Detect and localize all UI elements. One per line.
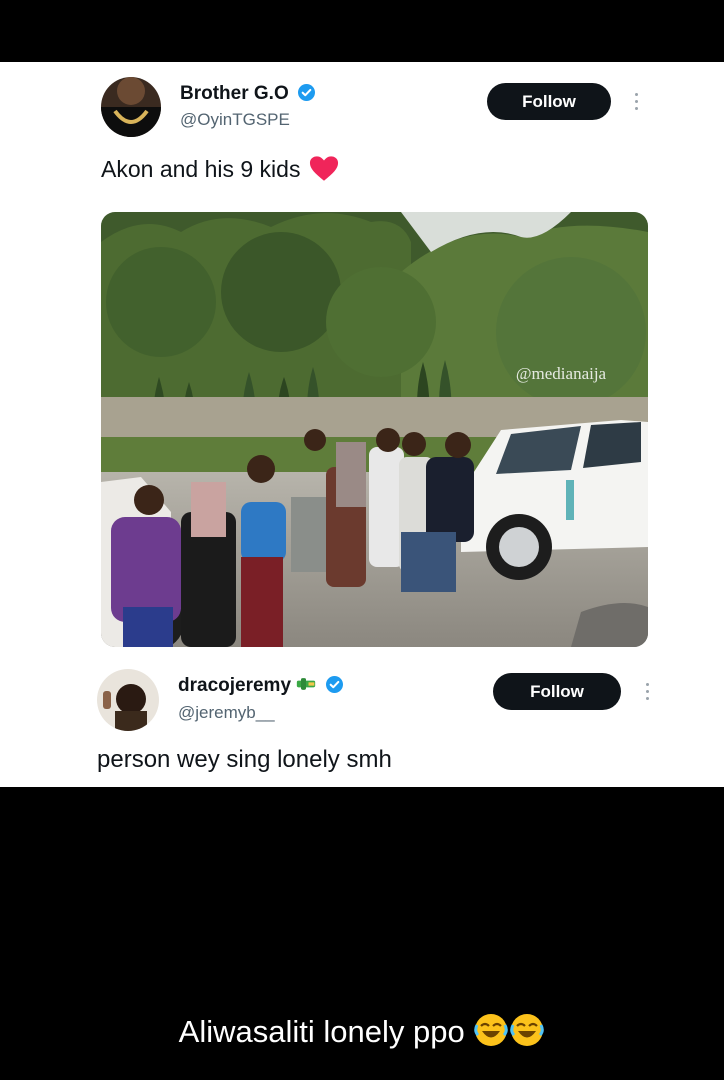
verified-badge-icon [298, 84, 316, 101]
more-options-icon[interactable] [633, 93, 639, 114]
family-photo-image: @medianaija [101, 212, 648, 647]
green-emoji-icon [297, 678, 316, 690]
avatar-brother-go[interactable] [101, 77, 161, 137]
author-name-text: Brother G.O [180, 83, 289, 104]
rolling-laughing-emoji-icon [510, 1014, 545, 1046]
reply-author-handle[interactable]: @jeremyb__ [178, 703, 275, 723]
post-author-name[interactable]: Brother G.O [180, 83, 316, 105]
post-text-content: Akon and his 9 kids [101, 156, 301, 182]
reply-text: person wey sing lonely smh [97, 746, 392, 773]
post-author-handle[interactable]: @OyinTGSPE [180, 110, 290, 130]
rolling-laughing-emoji-icon [474, 1014, 509, 1046]
reply-author-name-text: dracojeremy [178, 675, 292, 696]
follow-button[interactable]: Follow [487, 83, 611, 120]
caption-text: Aliwasaliti lonely ppo [178, 1014, 465, 1049]
verified-badge-icon [325, 676, 343, 693]
status-caption: Aliwasaliti lonely ppo [0, 1012, 724, 1050]
heart-emoji-icon [309, 156, 338, 181]
more-options-icon-reply[interactable] [644, 683, 650, 704]
avatar-dracojeremy[interactable] [97, 669, 159, 731]
follow-button-reply[interactable]: Follow [493, 673, 621, 710]
screenshot-card: Brother G.O @OyinTGSPE Follow Akon and h… [0, 62, 724, 787]
reply-author-name[interactable]: dracojeremy [178, 675, 343, 697]
post-text: Akon and his 9 kids [101, 155, 339, 183]
post-photo[interactable]: @medianaija [101, 212, 648, 647]
image-watermark: @medianaija [516, 364, 607, 383]
